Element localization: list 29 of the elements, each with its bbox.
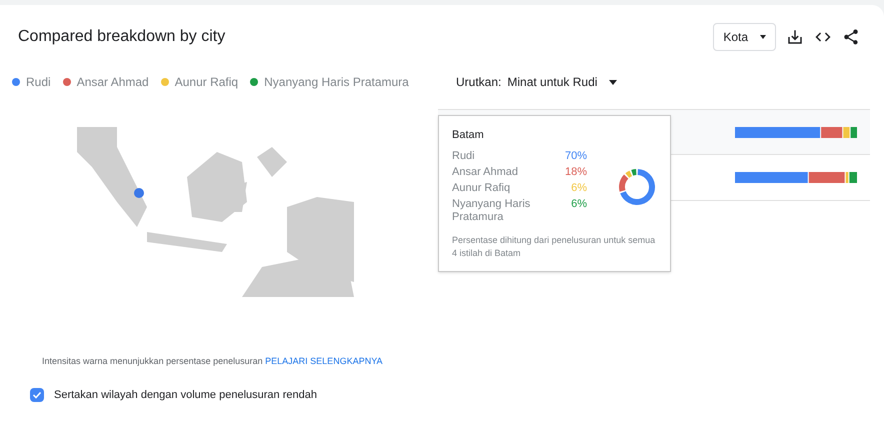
tooltip-value: 18%: [564, 166, 587, 178]
legend-label: Rudi: [26, 74, 51, 91]
tooltip-name: Rudi: [452, 150, 476, 162]
tooltip-name: Ansar Ahmad: [452, 166, 520, 178]
tooltip-value: 6%: [571, 198, 587, 212]
map-note: Intensitas warna menunjukkan persentase penelusuran: [42, 356, 263, 366]
check-icon: [32, 390, 42, 400]
card-title: Compared breakdown by city: [18, 27, 226, 47]
region-dropdown[interactable]: Kota: [713, 23, 776, 51]
legend-label: Ansar Ahmad: [76, 74, 149, 91]
tooltip-name: Nyanyang Haris Pratamura: [452, 198, 532, 224]
sort-label: Urutkan:: [456, 74, 502, 91]
caret-icon: [760, 35, 766, 39]
legend-label: Aunur Rafiq: [174, 74, 238, 91]
checkbox[interactable]: [30, 388, 44, 402]
tooltip-name: Aunur Rafiq: [452, 182, 512, 194]
caret-icon: [609, 80, 618, 84]
legend-label: Nyanyang Haris Pratamura: [264, 74, 409, 91]
share-icon[interactable]: [842, 28, 860, 46]
tooltip-value: 70%: [564, 150, 587, 162]
tooltip-title: Batam: [452, 128, 485, 143]
learn-more-link[interactable]: PELAJARI SELENGKAPNYA: [265, 356, 383, 366]
location-marker: [134, 188, 144, 198]
tooltip-note: Persentase dihitung dari penelusuran untuk semua 4 istilah di Batam: [452, 234, 656, 260]
sort-dropdown[interactable]: Minat untuk Rudi: [507, 73, 618, 91]
download-icon[interactable]: [786, 28, 804, 46]
tooltip-value: 6%: [571, 182, 587, 194]
donut-chart-drawing: [617, 166, 657, 206]
checkbox-label: Sertakan wilayah dengan volume penelusuran rendah: [54, 388, 317, 402]
